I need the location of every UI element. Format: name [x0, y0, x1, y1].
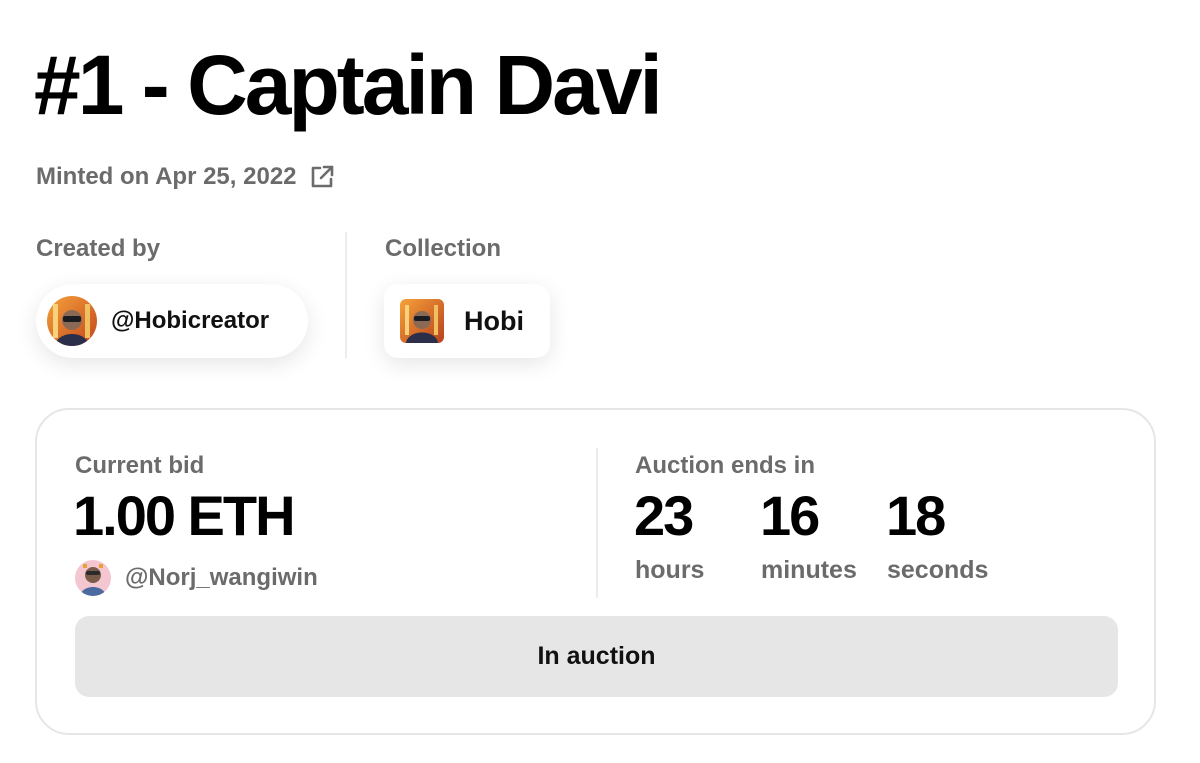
bidder-link[interactable]: @Norj_wangiwin	[75, 560, 318, 596]
divider	[345, 232, 347, 358]
bid-amount: 1.00 ETH	[73, 484, 296, 547]
creator-avatar	[47, 296, 97, 346]
collection-label: Collection	[385, 235, 502, 262]
countdown-seconds-unit: seconds	[887, 556, 989, 584]
creator-chip[interactable]: @Hobicreator	[36, 284, 308, 358]
countdown-minutes-value: 16	[760, 484, 820, 547]
collection-chip[interactable]: Hobi	[384, 284, 550, 358]
bidder-avatar	[75, 560, 111, 596]
created-by-label: Created by	[36, 235, 161, 262]
current-bid-label: Current bid	[75, 452, 205, 479]
page-title: #1 - Captain Davi	[34, 38, 663, 132]
auction-ends-label: Auction ends in	[635, 452, 815, 479]
auction-card: Current bid 1.00 ETH @Norj_wangiwin Auct…	[35, 408, 1156, 735]
minted-info[interactable]: Minted on Apr 25, 2022	[36, 163, 335, 191]
divider	[596, 448, 598, 598]
countdown-minutes-unit: minutes	[761, 556, 857, 584]
countdown-hours-unit: hours	[635, 556, 705, 584]
collection-name: Hobi	[464, 305, 524, 336]
collection-avatar	[400, 299, 444, 343]
countdown-hours-value: 23	[634, 484, 694, 547]
countdown-seconds-value: 18	[886, 484, 946, 547]
bidder-handle: @Norj_wangiwin	[125, 564, 318, 591]
in-auction-button[interactable]: In auction	[75, 616, 1118, 697]
nft-detail-panel: #1 - Captain Davi Minted on Apr 25, 2022…	[0, 0, 1200, 763]
minted-date: Minted on Apr 25, 2022	[36, 163, 297, 190]
external-link-icon[interactable]	[309, 164, 335, 190]
creator-handle: @Hobicreator	[111, 307, 270, 334]
